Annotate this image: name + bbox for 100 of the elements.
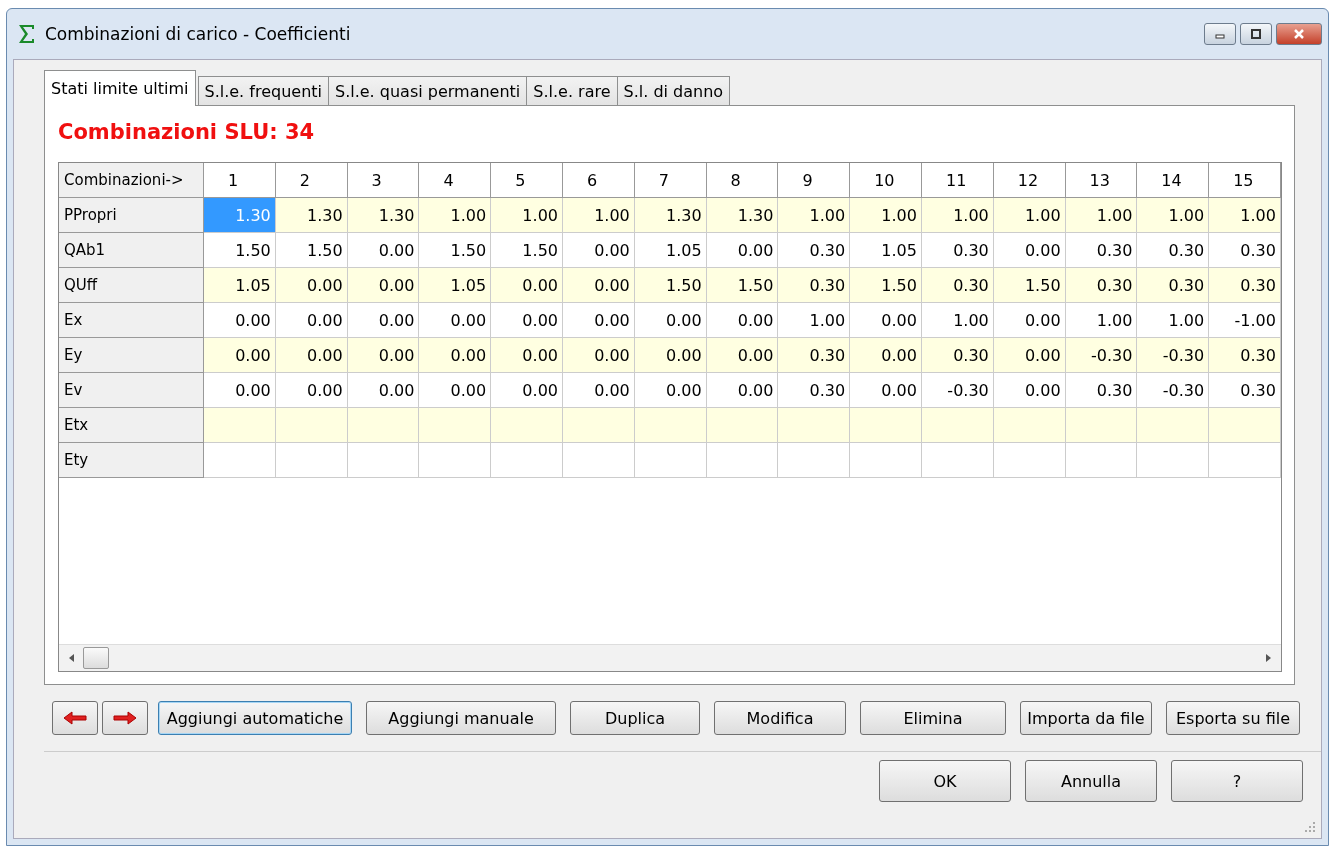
table-cell[interactable]: 1.00 [419,198,492,233]
table-cell[interactable]: 1.00 [921,303,994,338]
table-cell[interactable] [491,443,563,478]
table-cell[interactable] [1137,443,1210,478]
table-cell[interactable]: 0.00 [491,268,563,303]
table-cell[interactable]: 0.00 [706,373,779,408]
table-cell[interactable]: 0.30 [1137,268,1210,303]
table-cell[interactable]: 0.00 [850,303,922,338]
table-cell[interactable]: 1.00 [491,198,563,233]
action-button[interactable]: Aggiungi automatiche [158,701,352,735]
table-cell[interactable]: 1.50 [634,268,707,303]
table-cell[interactable]: 0.00 [347,338,420,373]
table-cell[interactable]: 0.00 [634,303,707,338]
table-cell[interactable]: 1.00 [1065,198,1138,233]
table-cell[interactable] [850,443,922,478]
table-cell[interactable]: 1.00 [993,198,1066,233]
table-cell[interactable]: 1.50 [850,268,922,303]
tab[interactable]: S.l.e. quasi permanenti [328,76,528,106]
table-cell[interactable] [778,408,851,443]
table-cell[interactable]: 1.50 [706,268,779,303]
table-cell[interactable]: 0.30 [778,268,851,303]
table-cell[interactable]: 1.05 [634,233,707,268]
tab[interactable]: Stati limite ultimi [44,70,196,106]
table-cell[interactable]: 1.00 [1065,303,1138,338]
table-cell[interactable]: -0.30 [1065,338,1138,373]
table-cell[interactable]: 1.50 [204,233,276,268]
dialog-button[interactable]: OK [879,760,1011,802]
table-cell[interactable]: -0.30 [1137,373,1210,408]
table-cell[interactable]: 1.05 [850,233,922,268]
table-cell[interactable]: 0.00 [993,303,1066,338]
table-cell[interactable]: 1.00 [1209,198,1281,233]
table-cell[interactable]: 0.00 [850,373,922,408]
table-cell[interactable]: 0.00 [347,268,420,303]
table-cell[interactable]: 0.00 [563,338,635,373]
table-cell[interactable] [1065,443,1138,478]
table-cell[interactable] [993,443,1066,478]
action-button[interactable]: Duplica [570,701,700,735]
table-cell[interactable]: 0.30 [1065,373,1138,408]
horizontal-scrollbar[interactable] [59,644,1281,671]
table-cell[interactable]: 1.30 [706,198,779,233]
table-cell[interactable]: 1.50 [491,233,563,268]
table-cell[interactable] [1209,408,1281,443]
table-cell[interactable] [275,408,348,443]
table-cell[interactable]: 0.00 [491,303,563,338]
table-cell[interactable]: 0.00 [419,303,492,338]
table-cell[interactable]: 1.30 [634,198,707,233]
table-cell[interactable]: 1.00 [563,198,635,233]
table-cell[interactable]: 1.00 [778,198,851,233]
table-cell[interactable]: 0.00 [706,233,779,268]
table-cell[interactable]: 0.00 [204,303,276,338]
table-cell[interactable]: 1.50 [275,233,348,268]
table-cell[interactable] [1137,408,1210,443]
table-cell[interactable]: 0.00 [563,373,635,408]
table-cell[interactable]: 0.30 [921,268,994,303]
table-cell[interactable] [347,408,420,443]
table-cell[interactable]: -0.30 [1137,338,1210,373]
table-cell[interactable]: 0.00 [204,338,276,373]
table-cell[interactable] [921,408,994,443]
table-cell[interactable]: 0.00 [634,373,707,408]
table-cell[interactable] [204,408,276,443]
table-cell[interactable]: 0.00 [993,233,1066,268]
table-cell[interactable]: 1.50 [419,233,492,268]
table-cell[interactable] [563,443,635,478]
table-cell[interactable]: 0.00 [563,303,635,338]
table-cell[interactable]: 0.00 [347,373,420,408]
table-cell[interactable]: 1.00 [778,303,851,338]
table-cell[interactable]: 1.00 [1137,303,1210,338]
table-cell[interactable]: 1.30 [275,198,348,233]
minimize-button[interactable] [1204,23,1236,45]
table-cell[interactable]: 1.30 [347,198,420,233]
table-cell[interactable]: 0.00 [634,338,707,373]
table-cell[interactable]: 0.30 [1209,233,1281,268]
table-cell[interactable]: 0.00 [993,338,1066,373]
table-cell[interactable] [850,408,922,443]
table-cell[interactable]: 0.30 [778,373,851,408]
table-cell[interactable]: 0.30 [778,233,851,268]
table-cell[interactable]: 0.00 [993,373,1066,408]
table-cell[interactable]: 0.30 [921,233,994,268]
table-cell[interactable]: 0.00 [563,268,635,303]
table-cell[interactable]: 0.00 [491,373,563,408]
table-cell[interactable] [634,443,707,478]
table-cell[interactable] [921,443,994,478]
action-button[interactable]: Modifica [714,701,846,735]
table-cell[interactable]: 1.05 [419,268,492,303]
table-cell[interactable]: 1.00 [1137,198,1210,233]
table-cell[interactable]: 0.00 [275,373,348,408]
table-cell[interactable]: 1.50 [993,268,1066,303]
table-cell[interactable] [1065,408,1138,443]
table-cell[interactable]: 0.00 [706,338,779,373]
table-cell[interactable]: 0.00 [275,303,348,338]
scroll-thumb[interactable] [83,647,109,669]
table-cell[interactable]: -1.00 [1209,303,1281,338]
table-cell[interactable] [993,408,1066,443]
table-cell[interactable] [491,408,563,443]
table-cell[interactable]: 0.30 [778,338,851,373]
table-cell[interactable]: 0.00 [347,303,420,338]
close-button[interactable] [1276,23,1322,45]
table-cell[interactable]: 1.05 [204,268,276,303]
tab[interactable]: S.l.e. rare [526,76,618,106]
dialog-button[interactable]: Annulla [1025,760,1157,802]
